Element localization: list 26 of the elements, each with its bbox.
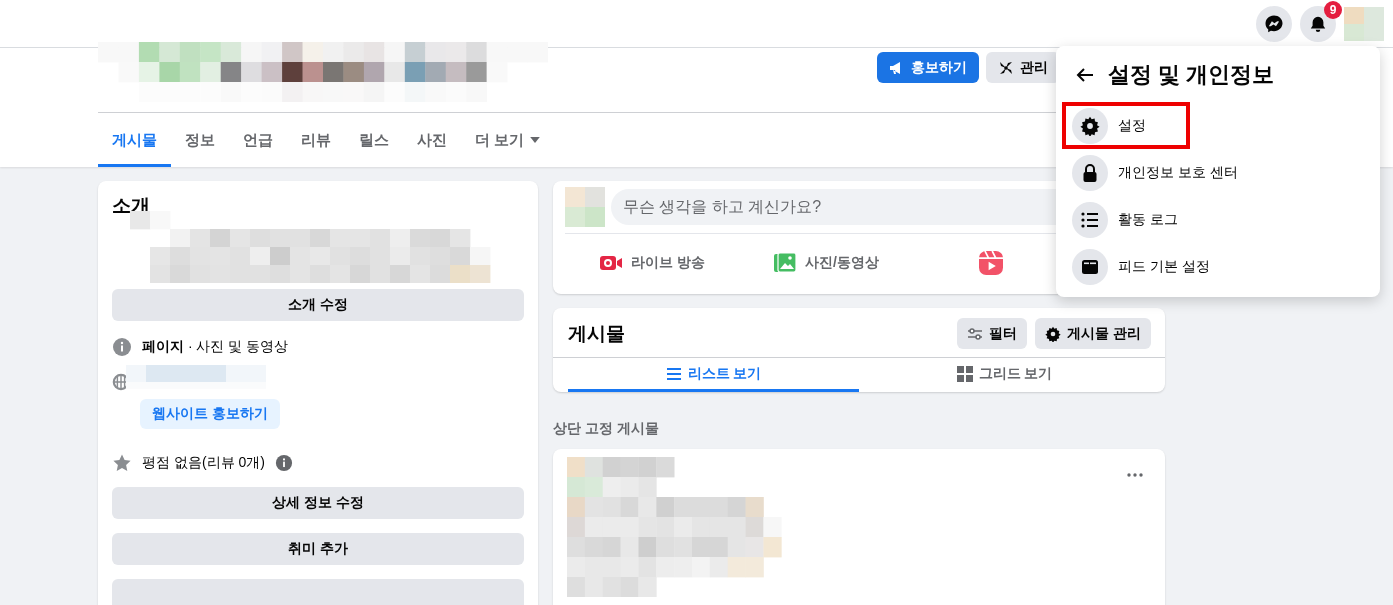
menu-title: 설정 및 개인정보 [1108, 61, 1275, 89]
composer-action[interactable]: 라이브 방송 [631, 254, 705, 272]
menu-item[interactable]: 설정 [1062, 102, 1190, 149]
promote-website-button[interactable]: 웹사이트 홍보하기 [140, 399, 280, 429]
page-tab[interactable]: 사진 [403, 113, 461, 167]
menu-item[interactable]: 피드 기본 설정 [1062, 243, 1220, 290]
view-tab[interactable]: 리스트 보기 [568, 358, 859, 392]
promote-button[interactable]: 홍보하기 [877, 52, 979, 83]
section-title: 게시물 [568, 321, 625, 346]
filter-button[interactable]: 필터 [957, 318, 1028, 349]
page-tab[interactable]: 정보 [171, 113, 229, 167]
manage-posts-button[interactable]: 게시물 관리 [1035, 318, 1151, 349]
page-tab[interactable]: 더 보기 [461, 113, 555, 167]
composer-action[interactable]: 사진/동영상 [805, 254, 879, 272]
section-heading: 상단 고정 게시물 [553, 420, 660, 438]
rating-text: 평점 없음(리뷰 0개) [142, 454, 265, 472]
page-tab[interactable]: 게시물 [98, 113, 171, 167]
notification-badge: 9 [1324, 0, 1342, 19]
page-category: 페이지 · 사진 및 동영상 [142, 338, 289, 356]
page-tab[interactable]: 언급 [229, 113, 287, 167]
page-tab[interactable]: 릴스 [345, 113, 403, 167]
page-tab[interactable]: 리뷰 [287, 113, 345, 167]
intro-action-button[interactable]: 취미 추가 [112, 533, 524, 565]
intro-action-button[interactable]: 상세 정보 수정 [112, 487, 524, 519]
view-tab[interactable]: 그리드 보기 [859, 358, 1150, 392]
edit-intro-button[interactable]: 소개 수정 [112, 289, 524, 321]
